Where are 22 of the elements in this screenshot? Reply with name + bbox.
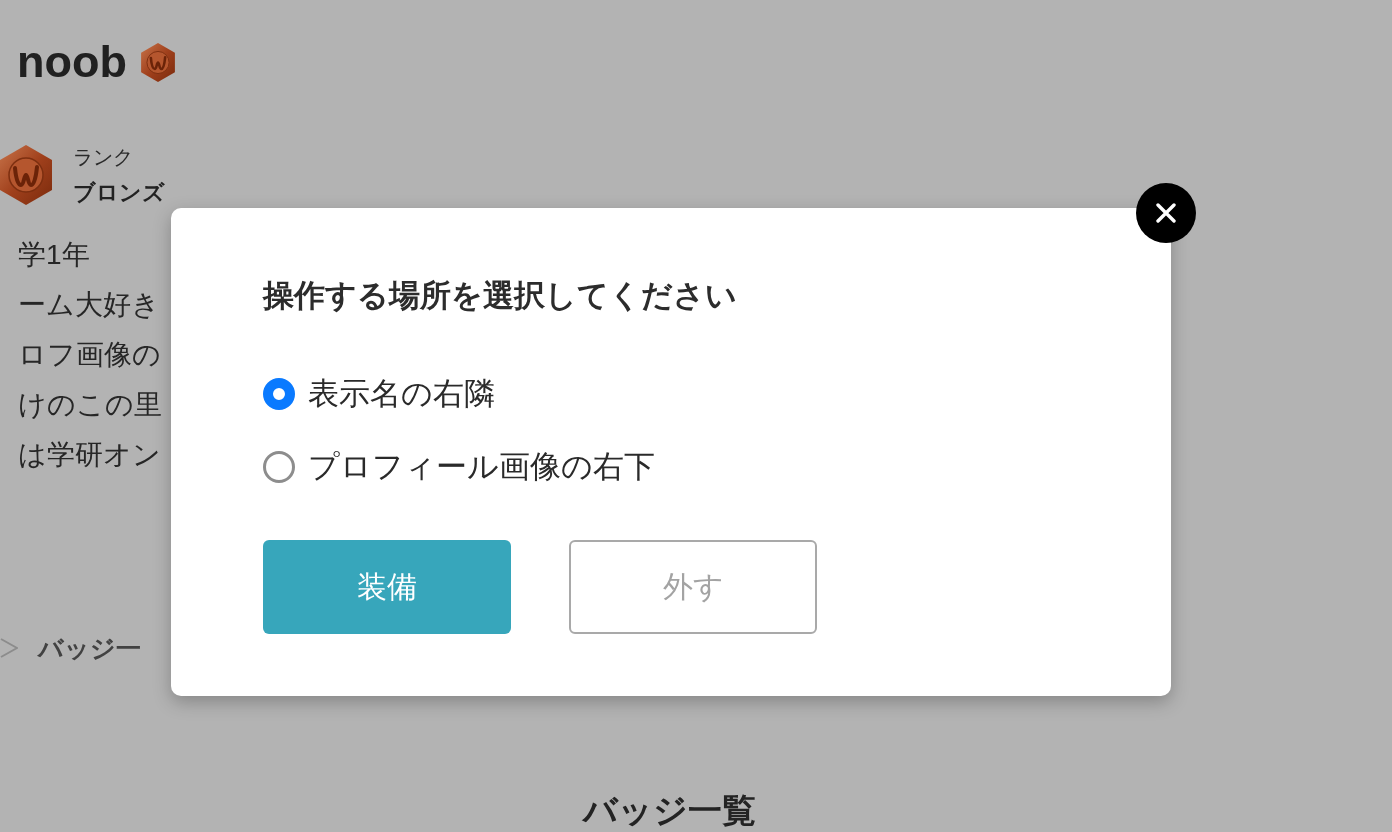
radio-label[interactable]: 表示名の右隣 (308, 374, 495, 414)
close-button[interactable] (1136, 183, 1196, 243)
equip-button[interactable]: 装備 (263, 540, 511, 634)
section-title: バッジ一覧 (583, 790, 756, 831)
hexagon-emblem-icon (140, 42, 175, 82)
close-icon (1156, 203, 1176, 223)
bio-line: ロフ画像の (18, 338, 161, 372)
chevron-right-icon (0, 638, 18, 658)
remove-button[interactable]: 外す (569, 540, 817, 634)
rank-value: ブロンズ (73, 179, 165, 207)
bio-line: けのこの里 (18, 388, 162, 422)
rank-label: ランク (73, 145, 134, 170)
bio-line: 学1年 (18, 238, 90, 272)
bio-line: ーム大好き (18, 288, 160, 322)
display-name: noob (17, 37, 127, 87)
badge-list-link[interactable]: バッジ一 (38, 631, 141, 665)
radio-button[interactable] (263, 378, 295, 410)
hexagon-emblem-icon (0, 143, 52, 207)
radio-button[interactable] (263, 451, 295, 483)
radio-label[interactable]: プロフィール画像の右下 (308, 447, 655, 487)
dialog-title: 操作する場所を選択してください (263, 277, 737, 315)
bio-line: は学研オン (18, 438, 161, 472)
